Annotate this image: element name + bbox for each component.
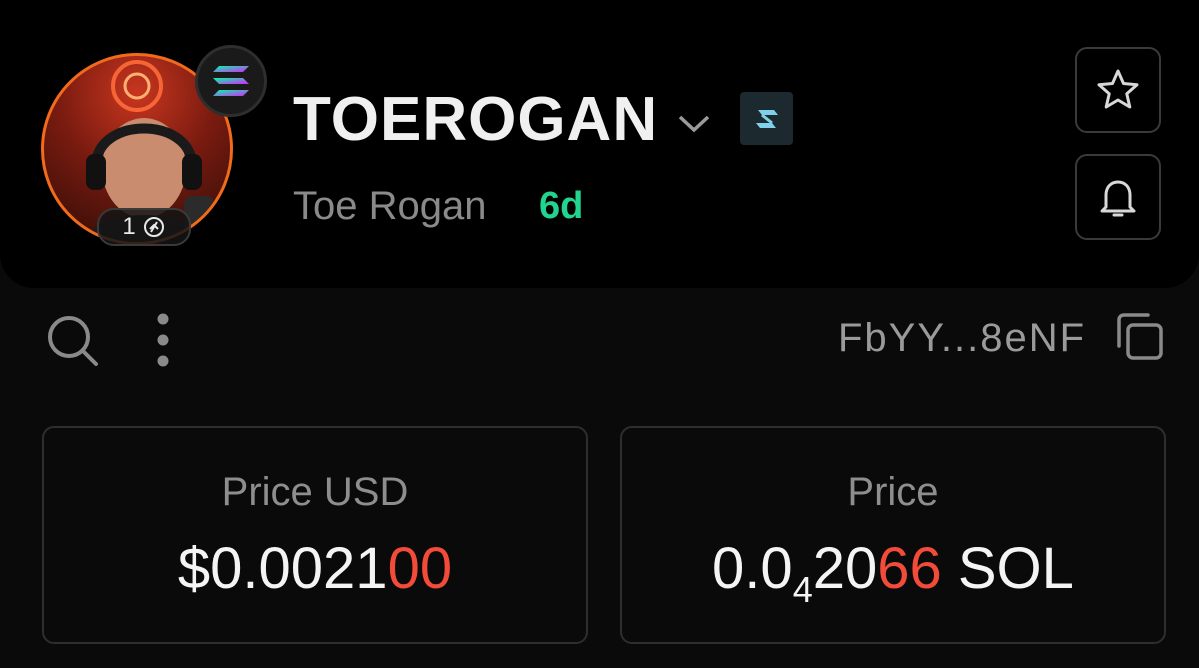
boost-count: 1 (122, 213, 136, 240)
token-age: 6d (539, 185, 584, 227)
price-native-mid: 20 (812, 536, 878, 601)
price-native-unit: SOL (957, 536, 1074, 601)
token-header: 1 TOEROGAN Toe Rogan 6d (0, 0, 1199, 288)
token-page: 1 TOEROGAN Toe Rogan 6d FbYY...8eNF Pric… (0, 0, 1199, 668)
price-native-lead: 0.0 (712, 536, 793, 601)
boost-icon (143, 217, 164, 237)
more-vertical-icon[interactable] (150, 312, 176, 368)
price-usd-label: Price USD (221, 470, 409, 514)
contract-address[interactable]: FbYY...8eNF (838, 314, 1098, 362)
watchlist-star-button[interactable] (1075, 47, 1161, 133)
price-usd-card: Price USD $0.002100 (42, 426, 588, 644)
price-native-card: Price 0.042066 SOL (620, 426, 1166, 644)
price-usd-prefix: $0.0021 (177, 536, 388, 601)
price-usd-value: $0.002100 (44, 536, 586, 602)
price-native-highlight: 66 (877, 536, 942, 601)
boost-badge: 1 (97, 208, 191, 246)
price-native-label: Price (847, 470, 939, 514)
bell-icon (1100, 180, 1136, 217)
copy-icon[interactable] (1111, 310, 1167, 366)
price-native-value: 0.042066 SOL (622, 536, 1164, 610)
search-icon[interactable] (44, 312, 100, 368)
token-name: Toe Rogan (293, 184, 487, 228)
chevron-down-icon[interactable] (676, 108, 712, 138)
price-native-zero-count: 4 (792, 569, 813, 610)
dex-icon[interactable] (740, 92, 793, 145)
token-symbol: TOEROGAN (293, 85, 659, 154)
alert-bell-button[interactable] (1075, 154, 1161, 240)
solana-icon (195, 45, 267, 117)
price-usd-highlight: 00 (387, 536, 453, 601)
star-icon (1097, 69, 1139, 109)
